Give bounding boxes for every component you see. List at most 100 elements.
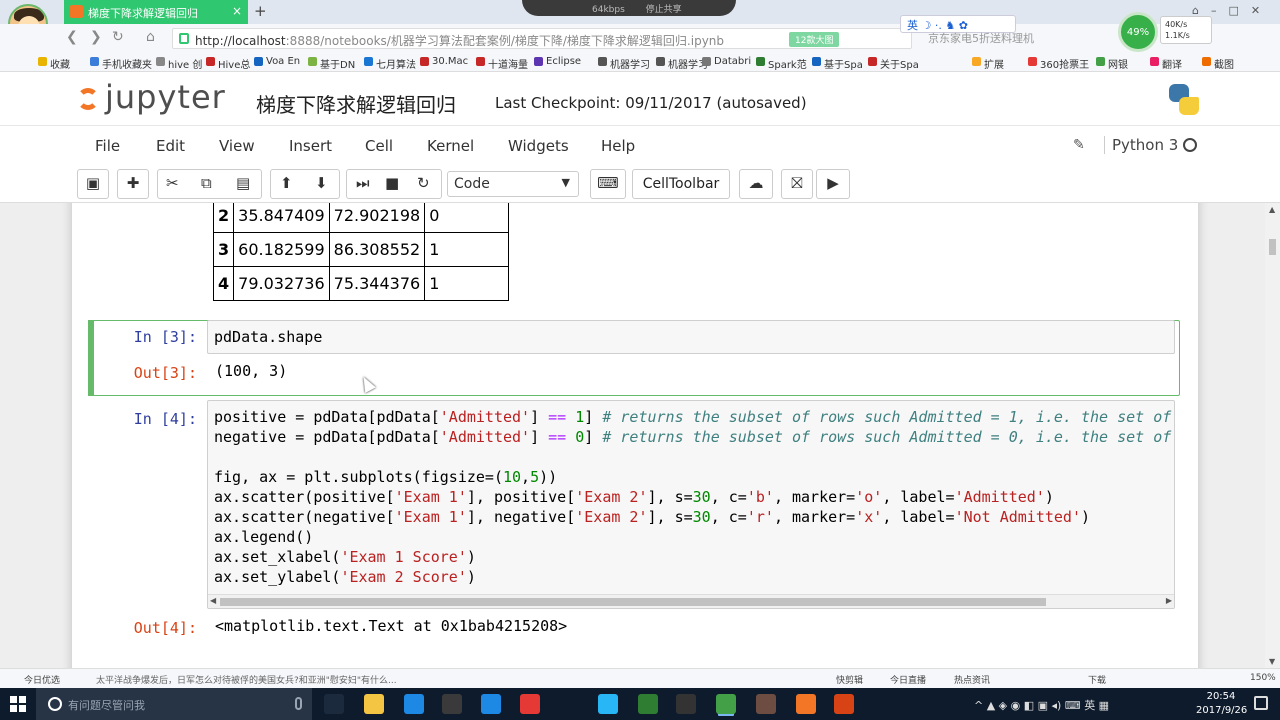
- bookmark-item[interactable]: 扩展: [972, 56, 1004, 71]
- move-up-icon[interactable]: ⬆: [280, 174, 293, 192]
- promo-badge[interactable]: 12款大图: [789, 32, 840, 47]
- tray-ime[interactable]: 英: [1084, 699, 1095, 712]
- run-next-icon[interactable]: ⏭: [356, 174, 370, 192]
- notification-icon[interactable]: [1254, 696, 1268, 710]
- powerpoint-icon[interactable]: [834, 694, 854, 714]
- bookmark-item[interactable]: 截图: [1202, 56, 1234, 71]
- microphone-icon[interactable]: [295, 697, 302, 710]
- status-item[interactable]: 热点资讯: [954, 673, 990, 686]
- system-tray[interactable]: ^ ▲ ◈ ◉ ◧ ▣ ◂) ⌨ 英 ▦: [974, 697, 1109, 713]
- bookmark-item[interactable]: 基于DN: [308, 56, 355, 71]
- bookmark-item[interactable]: 翻译: [1150, 56, 1182, 71]
- status-news[interactable]: 太平洋战争爆发后，日军怎么对待被俘的美国女兵?和亚洲"慰安妇"有什么...: [96, 673, 397, 686]
- jupyter-edit-icon[interactable]: [676, 694, 696, 714]
- taskbar-search[interactable]: 有问题尽管问我: [36, 688, 312, 720]
- bookmark-item[interactable]: 十道海量: [476, 56, 528, 71]
- bookmark-item[interactable]: 收藏: [38, 56, 70, 71]
- bookmark-item[interactable]: 手机收藏夹: [90, 56, 152, 71]
- edge-icon[interactable]: [404, 694, 424, 714]
- bookmark-item[interactable]: 七月算法: [364, 56, 416, 71]
- new-tab-icon[interactable]: +: [254, 2, 267, 20]
- cloud-upload-button[interactable]: ☁: [739, 169, 773, 199]
- excel-green-icon[interactable]: [638, 694, 658, 714]
- bookmark-item[interactable]: Eclipse: [534, 56, 581, 67]
- home-icon[interactable]: ⌂: [146, 29, 155, 45]
- bookmark-item[interactable]: Spark范: [756, 56, 807, 71]
- code-cell-4[interactable]: In [4]: positive = pdData[pdData['Admitt…: [88, 400, 1180, 637]
- scroll-thumb[interactable]: [1269, 239, 1276, 255]
- stop-share-button[interactable]: 停止共享: [646, 5, 682, 15]
- anaconda-icon[interactable]: [796, 694, 816, 714]
- ie-icon[interactable]: [598, 694, 618, 714]
- bookmark-item[interactable]: Hive总: [206, 56, 250, 71]
- 360-browser-icon[interactable]: [716, 694, 736, 714]
- notebook-name[interactable]: 梯度下降求解逻辑回归: [256, 89, 456, 118]
- celltoolbar-button[interactable]: CellToolbar: [632, 169, 730, 199]
- copy-icon[interactable]: ⧉: [201, 174, 212, 192]
- menu-edit[interactable]: Edit: [156, 137, 185, 155]
- menu-view[interactable]: View: [219, 137, 255, 155]
- status-today-picks[interactable]: 今日优选: [24, 673, 60, 686]
- file-explorer-icon[interactable]: [364, 694, 384, 714]
- reload-icon[interactable]: ↻: [112, 29, 124, 45]
- bookmark-item[interactable]: 360抢票王: [1028, 56, 1089, 71]
- menu-cell[interactable]: Cell: [365, 137, 393, 155]
- cell-input[interactable]: positive = pdData[pdData['Admitted'] == …: [207, 400, 1175, 609]
- bookmark-item[interactable]: 机器学习: [598, 56, 650, 71]
- jupyter-logo[interactable]: jupyter: [75, 78, 245, 118]
- command-palette-button[interactable]: ⌨: [590, 169, 626, 199]
- tab-close-icon[interactable]: ×: [232, 4, 242, 18]
- app-blue-icon[interactable]: [481, 694, 501, 714]
- paste-icon[interactable]: ▤: [236, 174, 250, 192]
- browser-tab-active[interactable]: 梯度下降求解逻辑回归 ×: [64, 0, 248, 24]
- scroll-left-icon[interactable]: ◀: [210, 596, 216, 605]
- page-vertical-scrollbar[interactable]: ▲ ▼: [1265, 203, 1280, 668]
- gift-button[interactable]: ⛝: [781, 169, 813, 199]
- status-item[interactable]: 下载: [1088, 673, 1106, 686]
- scroll-up-icon[interactable]: ▲: [1269, 205, 1275, 214]
- stop-icon[interactable]: ■: [385, 174, 399, 192]
- taskbar-search-placeholder: 有问题尽管问我: [68, 699, 145, 712]
- bookmark-item[interactable]: 关于Spa: [868, 56, 919, 71]
- restart-icon[interactable]: ↻: [417, 174, 430, 192]
- code-cell-3[interactable]: In [3]: pdData.shape Out[3]: (100, 3): [88, 320, 1180, 396]
- bookmark-item[interactable]: 网银: [1096, 56, 1128, 71]
- menu-file[interactable]: File: [95, 137, 120, 155]
- insert-cell-button[interactable]: ✚: [117, 169, 149, 199]
- present-button[interactable]: ▶: [816, 169, 850, 199]
- bookmark-item[interactable]: Databri: [702, 56, 751, 67]
- scroll-right-icon[interactable]: ▶: [1166, 596, 1172, 605]
- paint-icon[interactable]: [756, 694, 776, 714]
- bookmark-item[interactable]: 30.Mac: [420, 56, 468, 67]
- menu-help[interactable]: Help: [601, 137, 635, 155]
- bookmark-item[interactable]: 机器学习: [656, 56, 708, 71]
- url-field[interactable]: http://localhost:8888/notebooks/机器学习算法配套…: [172, 28, 912, 49]
- scroll-down-icon[interactable]: ▼: [1269, 657, 1275, 666]
- windows-start-icon[interactable]: [10, 696, 26, 712]
- taskbar-clock[interactable]: 20:54 2017/9/26: [1196, 690, 1247, 718]
- menu-widgets[interactable]: Widgets: [508, 137, 569, 155]
- bookmark-item[interactable]: Voa En: [254, 56, 300, 67]
- bookmark-item[interactable]: 基于Spa: [812, 56, 863, 71]
- save-button[interactable]: ▣: [77, 169, 109, 199]
- zoom-level[interactable]: 150%: [1250, 673, 1276, 683]
- back-icon[interactable]: ❮: [66, 29, 78, 45]
- horizontal-scrollbar[interactable]: ◀ ▶: [208, 594, 1174, 608]
- task-view-icon[interactable]: [324, 694, 344, 714]
- move-down-icon[interactable]: ⬇: [315, 174, 328, 192]
- cell-input[interactable]: pdData.shape: [207, 320, 1175, 354]
- forward-icon[interactable]: ❯: [90, 29, 102, 45]
- status-item[interactable]: 今日直播: [890, 673, 926, 686]
- store-icon[interactable]: [442, 694, 462, 714]
- menu-insert[interactable]: Insert: [289, 137, 332, 155]
- bookmark-label: Eclipse: [546, 56, 582, 67]
- network-gauge[interactable]: 49%: [1118, 12, 1158, 52]
- chrome-icon[interactable]: [520, 694, 540, 714]
- bookmark-item[interactable]: hive 创: [156, 56, 202, 71]
- menu-kernel[interactable]: Kernel: [427, 137, 474, 155]
- search-hint[interactable]: 京东家电5折送料理机: [928, 30, 1034, 46]
- cell-type-select[interactable]: Code ▼: [447, 171, 579, 197]
- status-item[interactable]: 快剪辑: [836, 673, 863, 686]
- cut-icon[interactable]: ✂: [166, 174, 179, 192]
- scroll-thumb[interactable]: [220, 598, 1046, 606]
